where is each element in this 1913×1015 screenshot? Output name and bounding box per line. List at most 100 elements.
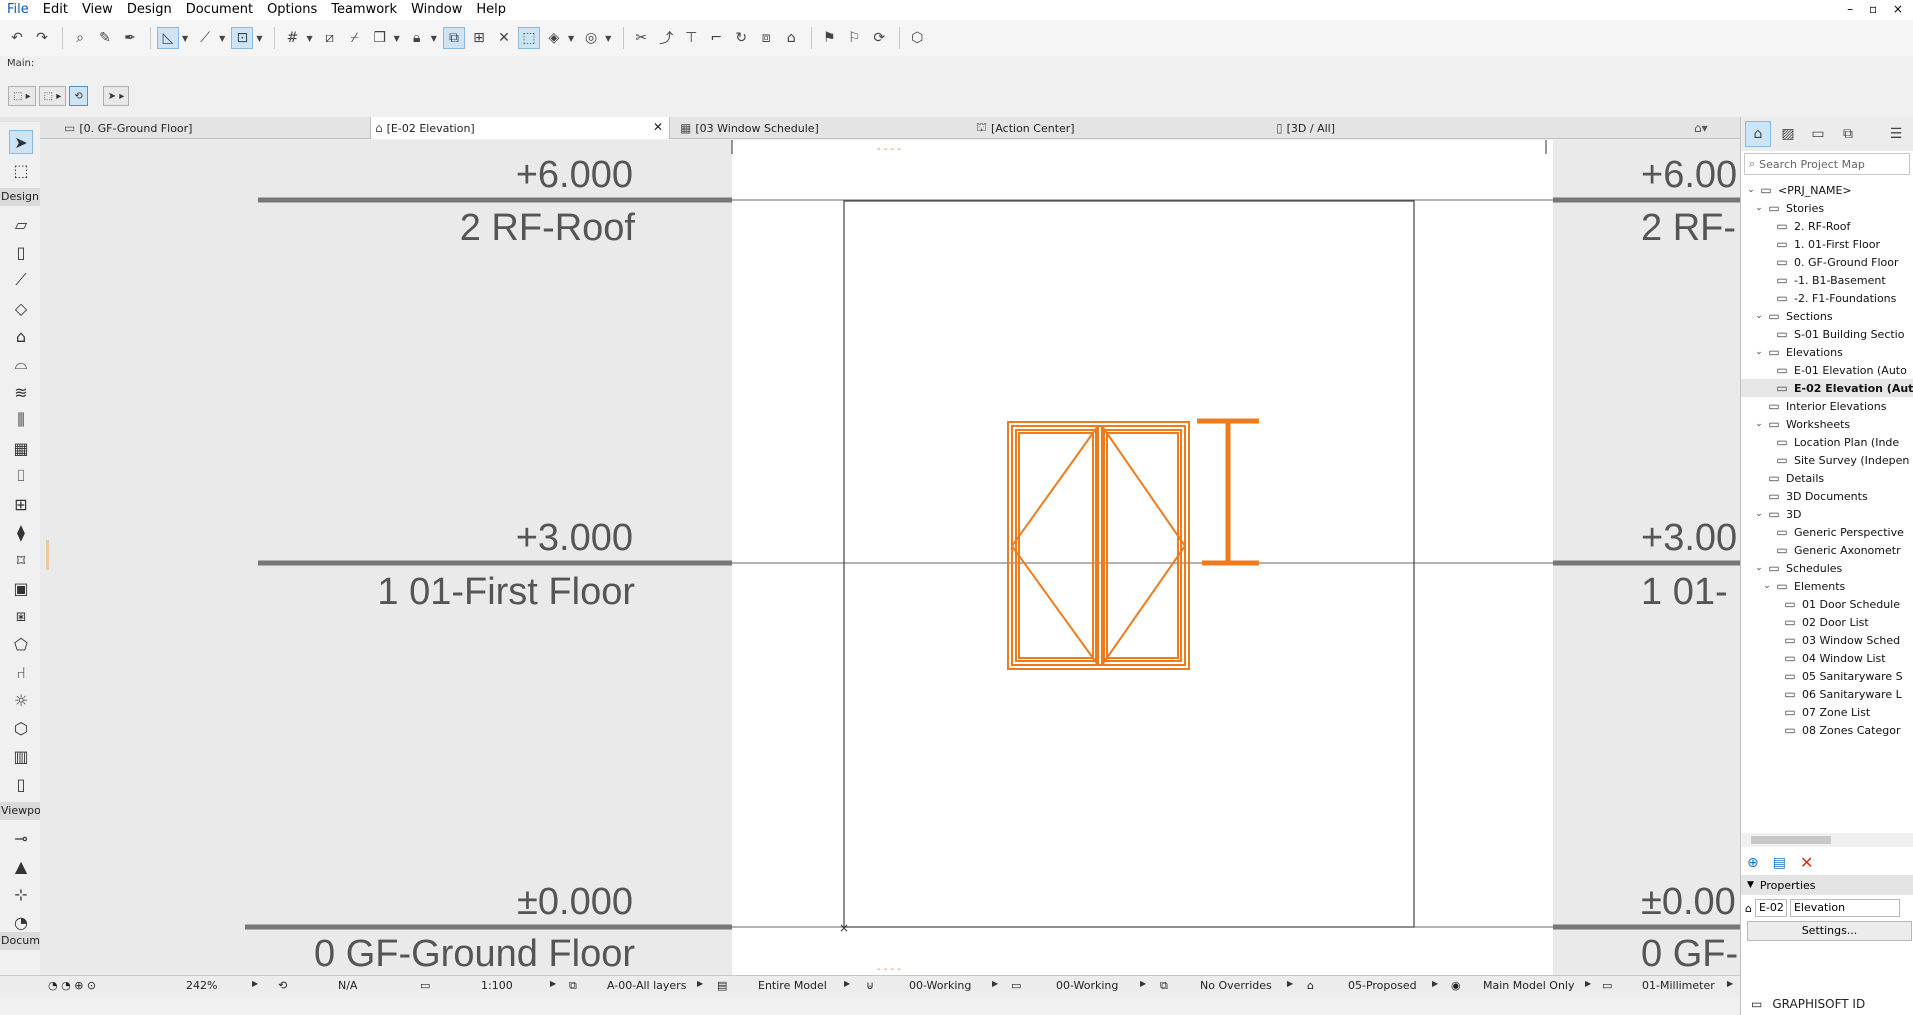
chevron-down-icon[interactable]: ▼: [256, 34, 262, 43]
layer-combination[interactable]: A-00-All layers: [607, 979, 686, 992]
chevron-down-icon[interactable]: ▼: [306, 34, 312, 43]
section-tool-icon[interactable]: ⊸: [9, 826, 33, 850]
tab-ground-floor[interactable]: ▭ [0. GF-Ground Floor]: [60, 117, 370, 139]
inject-parameters-icon[interactable]: ✒: [119, 27, 141, 49]
layout-book-icon[interactable]: ▭: [1805, 121, 1831, 147]
marquee-tool-icon[interactable]: ⬚: [9, 158, 33, 182]
settings-view-icon[interactable]: ▤: [1773, 855, 1786, 871]
grid-tool-icon[interactable]: ▥: [9, 744, 33, 768]
undo-icon[interactable]: ↶: [6, 27, 28, 49]
menu-help[interactable]: Help: [469, 0, 513, 20]
menu-options[interactable]: Options: [260, 0, 324, 20]
graphic-override-icon[interactable]: ⧉: [1160, 979, 1168, 993]
tree-item[interactable]: ⌄ ▭ Elements: [1741, 577, 1913, 595]
tree-item[interactable]: ▭ 02 Door List: [1741, 613, 1913, 631]
dimension-icon[interactable]: ⊞: [468, 27, 490, 49]
split-icon[interactable]: ✂: [630, 27, 652, 49]
chevron-right-icon[interactable]: ▶: [1727, 979, 1733, 988]
chevron-right-icon[interactable]: ▶: [1287, 979, 1293, 988]
chevron-down-icon[interactable]: ⌄: [1745, 185, 1757, 195]
tree-item[interactable]: ▭ 01 Door Schedule: [1741, 595, 1913, 613]
chevron-right-icon[interactable]: ▶: [1140, 979, 1146, 988]
guide-lines-icon[interactable]: ◺: [157, 27, 179, 49]
panel-tool-icon[interactable]: ▯: [9, 772, 33, 796]
menu-teamwork[interactable]: Teamwork: [324, 0, 404, 20]
beam-tool-icon[interactable]: ⟋: [9, 268, 33, 292]
window-controls[interactable]: – ▫ ×: [1847, 2, 1909, 16]
tab-list-menu[interactable]: ⌂▾: [1690, 117, 1740, 139]
chevron-down-icon[interactable]: ▼: [1747, 880, 1754, 890]
zoom-icons[interactable]: ◔ ◔ ⊕ ⊙: [48, 979, 96, 992]
tree-item[interactable]: ▭ 2. RF-Roof: [1741, 217, 1913, 235]
tree-item[interactable]: ⌄ ▭ <PRJ_NAME>: [1741, 181, 1913, 199]
redo-icon[interactable]: ↷: [31, 27, 53, 49]
chevron-right-icon[interactable]: ▶: [550, 979, 556, 988]
elevation-canvas[interactable]: - - - - +6.000 2 RF-Roof +3.000 1 01-Fir…: [40, 140, 1740, 975]
panel-resize-handle[interactable]: [46, 540, 49, 570]
publish-icon[interactable]: ⟳: [868, 27, 890, 49]
tree-item[interactable]: ▭ 3D Documents: [1741, 487, 1913, 505]
issue-icon[interactable]: ⚐: [843, 27, 865, 49]
delete-icon[interactable]: ✕: [1800, 853, 1813, 872]
tree-item[interactable]: ▭ 03 Window Sched: [1741, 631, 1913, 649]
chair-object-icon[interactable]: ⑁: [9, 660, 33, 684]
menu-design[interactable]: Design: [120, 0, 179, 20]
properties-header[interactable]: ▼ Properties: [1741, 875, 1913, 895]
adjust-icon[interactable]: ⤴: [655, 27, 677, 49]
chevron-down-icon[interactable]: ⌄: [1753, 509, 1765, 519]
tree-item[interactable]: ⌄ ▭ Sections: [1741, 307, 1913, 325]
snap-points-icon[interactable]: ⊡: [231, 27, 254, 49]
menu-window[interactable]: Window: [404, 0, 469, 20]
roof-tool-icon[interactable]: ⌂: [9, 324, 33, 348]
pen-set-icon[interactable]: ⊍: [866, 979, 874, 992]
trace-icon[interactable]: ⧄: [319, 27, 341, 49]
arrow-tool-icon[interactable]: ➤: [9, 130, 33, 154]
worksheet-tool-icon[interactable]: ◔: [9, 910, 33, 934]
chevron-right-icon[interactable]: ▶: [1585, 979, 1591, 988]
chevron-right-icon[interactable]: ▶: [1432, 979, 1438, 988]
resize-icon[interactable]: ⧈: [755, 27, 777, 49]
rotate-icon[interactable]: ↻: [730, 27, 752, 49]
fillet-icon[interactable]: ⌐: [705, 27, 727, 49]
chevron-down-icon[interactable]: ⌄: [1761, 581, 1773, 591]
stair-tool-icon[interactable]: ≋: [9, 380, 33, 404]
arrow-tool-icon[interactable]: ➤ ▸: [102, 86, 130, 106]
trace-compare-icon[interactable]: ⌿: [344, 27, 366, 49]
scale-value[interactable]: 1:100: [481, 979, 513, 992]
model-view-options[interactable]: 00-Working: [1056, 979, 1118, 992]
renovation-filter[interactable]: 05-Proposed: [1348, 979, 1417, 992]
tree-item[interactable]: ▭ -2. F1-Foundations: [1741, 289, 1913, 307]
chevron-down-icon[interactable]: ⌄: [1753, 419, 1765, 429]
chevron-down-icon[interactable]: ▼: [431, 34, 437, 43]
publisher-icon[interactable]: ⧉: [1835, 121, 1861, 147]
lock-icon[interactable]: 🔒︎: [406, 27, 428, 49]
menu-view[interactable]: View: [75, 0, 120, 20]
object-tool-icon[interactable]: ⌑: [9, 548, 33, 572]
marquee-mode-icon[interactable]: ⬚ ▸: [8, 86, 36, 106]
chevron-right-icon[interactable]: ▶: [252, 979, 258, 988]
camera-tool-icon[interactable]: ⊹: [9, 882, 33, 906]
tree-item[interactable]: ⌄ ▭ Stories: [1741, 199, 1913, 217]
tree-item[interactable]: ▭ Generic Axonometr: [1741, 541, 1913, 559]
tree-item[interactable]: ▭ Interior Elevations: [1741, 397, 1913, 415]
tab-action-center[interactable]: ⛫ [Action Center]: [972, 117, 1272, 139]
elevation-drawing[interactable]: - - - - +6.000 2 RF-Roof +3.000 1 01-Fir…: [40, 140, 1740, 975]
pick-up-parameters-icon[interactable]: ✎: [94, 27, 116, 49]
view-map-icon[interactable]: ▨: [1775, 121, 1801, 147]
chevron-right-icon[interactable]: ▶: [697, 979, 703, 988]
tree-item[interactable]: ⌄ ▭ Schedules: [1741, 559, 1913, 577]
menu-file[interactable]: File: [0, 0, 36, 20]
bimcloud-icon[interactable]: ⬡: [906, 27, 928, 49]
chevron-down-icon[interactable]: ⌄: [1753, 563, 1765, 573]
view-name-field[interactable]: Elevation: [1789, 899, 1900, 917]
structural-icon[interactable]: ▤: [717, 979, 727, 992]
tree-item[interactable]: ▭ E-01 Elevation (Auto: [1741, 361, 1913, 379]
curtain-wall-tool-icon[interactable]: ▦: [9, 436, 33, 460]
roof-icon[interactable]: ⌂: [780, 27, 802, 49]
chevron-down-icon[interactable]: ⌄: [1753, 203, 1765, 213]
suspend-groups-icon[interactable]: ⧉: [442, 27, 465, 49]
add-view-icon[interactable]: ⊕: [1747, 855, 1759, 871]
chevron-down-icon[interactable]: ▼: [394, 34, 400, 43]
3d-object-icon[interactable]: ⬡: [9, 716, 33, 740]
chevron-down-icon[interactable]: ▼: [605, 34, 611, 43]
